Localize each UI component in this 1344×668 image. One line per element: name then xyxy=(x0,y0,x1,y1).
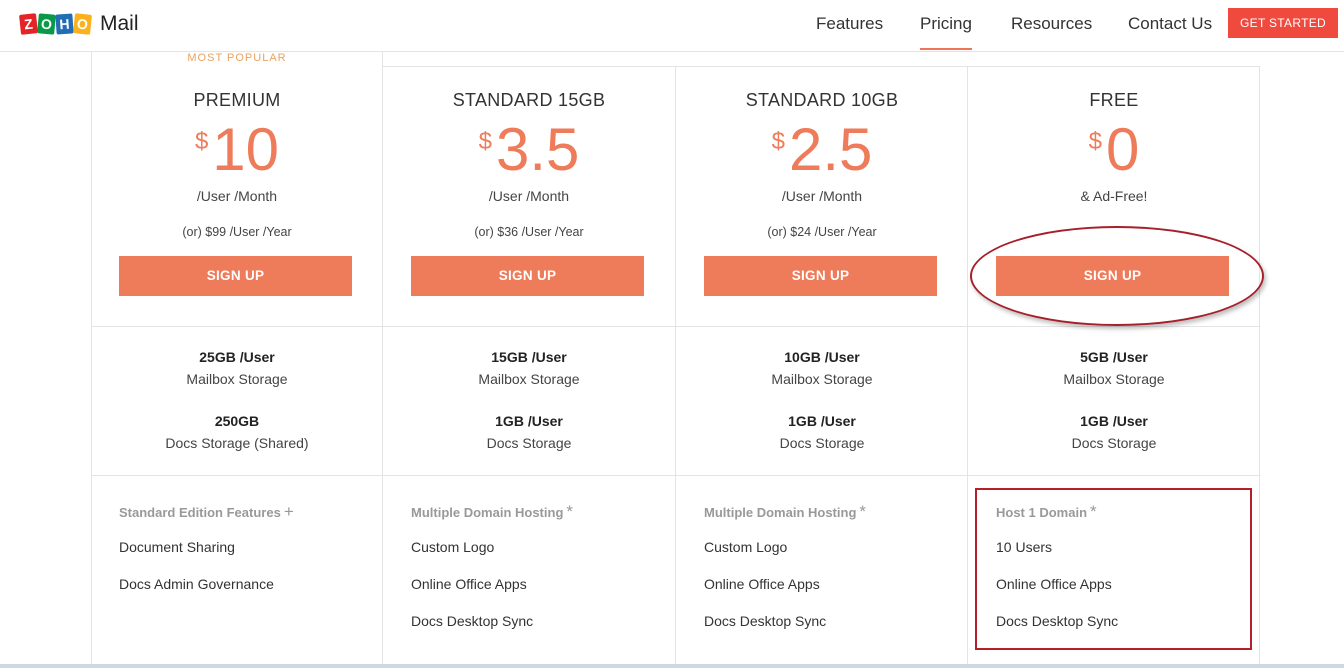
docs-storage: 1GB /User Docs Storage xyxy=(383,413,675,451)
feature-heading: Multiple Domain Hosting * xyxy=(704,502,866,522)
storage-amount: 1GB /User xyxy=(1080,413,1148,429)
plan-name: STANDARD 15GB xyxy=(452,90,606,110)
logo-tile: O xyxy=(73,13,92,35)
storage-label: Mailbox Storage xyxy=(478,371,580,387)
logo-tile: H xyxy=(55,13,74,35)
feature-item: Custom Logo xyxy=(411,539,495,555)
storage-amount: 5GB /User xyxy=(1080,349,1148,365)
currency-symbol: $ xyxy=(1088,128,1102,155)
price-period: /User /Month xyxy=(781,188,863,204)
storage-amount: 1GB /User xyxy=(495,413,563,429)
currency-symbol: $ xyxy=(194,128,209,155)
plan-name: PREMIUM xyxy=(193,90,281,110)
plan-standard-10gb: STANDARD 10GB $2.5 /User /Month (or) $24… xyxy=(676,0,968,668)
annotation-ellipse xyxy=(970,226,1264,326)
get-started-button[interactable]: GET STARTED xyxy=(1228,8,1338,38)
storage-label: Mailbox Storage xyxy=(771,371,873,387)
asterisk-icon[interactable]: * xyxy=(859,502,866,521)
sign-up-button-standard-10gb[interactable]: SIGN UP xyxy=(704,256,937,296)
feature-item: Docs Desktop Sync xyxy=(704,613,827,629)
plan-premium: PREMIUM $10 /User /Month (or) $99 /User … xyxy=(91,0,383,668)
price-amount: 10 xyxy=(212,116,280,183)
price-period: /User /Month xyxy=(488,188,570,204)
feature-heading: Multiple Domain Hosting * xyxy=(411,502,573,522)
docs-storage: 1GB /User Docs Storage xyxy=(676,413,968,451)
storage-label: Docs Storage xyxy=(779,435,865,451)
storage-label: Docs Storage (Shared) xyxy=(165,435,309,451)
feature-item: Docs Admin Governance xyxy=(119,576,274,592)
logo-tile: Z xyxy=(19,13,38,35)
mailbox-storage: 15GB /User Mailbox Storage xyxy=(383,349,675,387)
feature-heading-text: Multiple Domain Hosting xyxy=(704,505,857,520)
feature-heading-text: Standard Edition Features xyxy=(119,505,281,520)
storage-amount: 10GB /User xyxy=(784,349,860,365)
feature-item: Custom Logo xyxy=(704,539,788,555)
nav-features[interactable]: Features xyxy=(816,14,883,34)
feature-item: Online Office Apps xyxy=(704,576,820,592)
storage-amount: 25GB /User xyxy=(199,349,275,365)
feature-heading: Standard Edition Features + xyxy=(119,502,294,522)
storage-label: Docs Storage xyxy=(486,435,572,451)
zoho-logo-tiles: Z O H O xyxy=(19,13,92,35)
price-amount: 0 xyxy=(1105,116,1140,183)
yearly-price: (or) $36 /User /Year xyxy=(474,225,584,239)
price-period: /User /Month xyxy=(196,188,278,204)
yearly-price: (or) $99 /User /Year xyxy=(182,225,292,239)
logo-text: Mail xyxy=(100,12,139,35)
asterisk-icon[interactable]: * xyxy=(566,502,573,521)
plan-name: STANDARD 10GB xyxy=(745,90,899,110)
price-period: & Ad-Free! xyxy=(1080,188,1148,204)
price-amount: 3.5 xyxy=(495,116,580,183)
docs-storage: 1GB /User Docs Storage xyxy=(968,413,1260,451)
feature-item: Docs Desktop Sync xyxy=(411,613,534,629)
plan-price: $3.5 xyxy=(383,118,675,182)
feature-heading-text: Multiple Domain Hosting xyxy=(411,505,564,520)
feature-item: Online Office Apps xyxy=(411,576,527,592)
docs-storage: 250GB Docs Storage (Shared) xyxy=(91,413,383,451)
plan-price: $2.5 xyxy=(676,118,968,182)
storage-amount: 250GB xyxy=(214,413,260,429)
storage-label: Mailbox Storage xyxy=(186,371,288,387)
sign-up-button-premium[interactable]: SIGN UP xyxy=(119,256,352,296)
top-header: Z O H O Mail Features Pricing Resources … xyxy=(0,0,1344,52)
storage-label: Mailbox Storage xyxy=(1063,371,1165,387)
storage-label: Docs Storage xyxy=(1071,435,1157,451)
logo-tile: O xyxy=(37,13,56,35)
mailbox-storage: 5GB /User Mailbox Storage xyxy=(968,349,1260,387)
feature-item: Document Sharing xyxy=(119,539,235,555)
mailbox-storage: 10GB /User Mailbox Storage xyxy=(676,349,968,387)
bottom-edge xyxy=(0,664,1344,668)
yearly-price: (or) $24 /User /Year xyxy=(767,225,877,239)
currency-symbol: $ xyxy=(478,128,492,155)
zoho-mail-logo[interactable]: Z O H O Mail xyxy=(19,12,139,36)
storage-amount: 1GB /User xyxy=(788,413,856,429)
nav-pricing[interactable]: Pricing xyxy=(920,14,972,50)
price-amount: 2.5 xyxy=(788,116,873,183)
plan-standard-15gb: STANDARD 15GB $3.5 /User /Month (or) $36… xyxy=(383,0,675,668)
plus-icon[interactable]: + xyxy=(284,502,294,521)
plan-price: $0 xyxy=(968,118,1260,182)
sign-up-button-standard-15gb[interactable]: SIGN UP xyxy=(411,256,644,296)
plan-name: FREE xyxy=(1089,90,1139,110)
currency-symbol: $ xyxy=(771,128,785,155)
nav-contact-us[interactable]: Contact Us xyxy=(1128,14,1212,34)
plan-price: $10 xyxy=(91,118,383,182)
nav-resources[interactable]: Resources xyxy=(1011,14,1092,34)
mailbox-storage: 25GB /User Mailbox Storage xyxy=(91,349,383,387)
annotation-rectangle xyxy=(975,488,1252,650)
storage-amount: 15GB /User xyxy=(491,349,567,365)
